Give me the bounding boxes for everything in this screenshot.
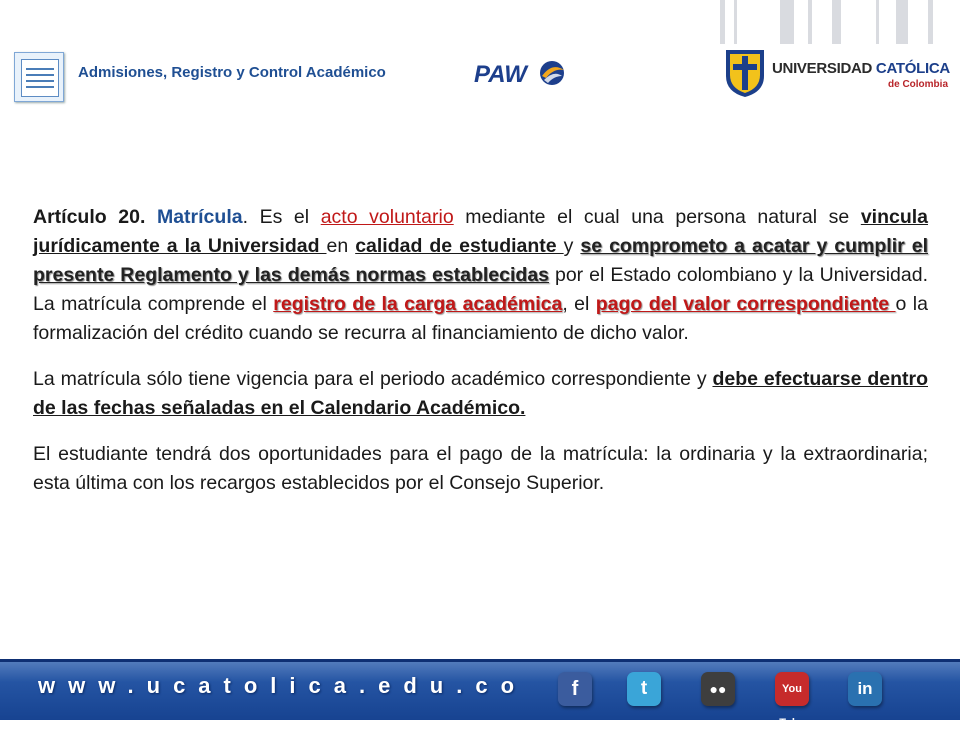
facebook-icon[interactable]: f (558, 672, 592, 706)
twitter-icon[interactable]: t (627, 672, 661, 706)
paw-logo: PAW (474, 61, 564, 88)
university-subtitle: de Colombia (888, 79, 949, 90)
footer-bar: www.ucatolica.edu.co f t ●● You Tube in (0, 659, 960, 729)
text-run: mediante el cual una persona natural se (453, 206, 861, 228)
text-run: El estudiante tendrá dos oportunidades p… (33, 443, 928, 494)
article-title: Matrícula (156, 206, 243, 228)
article-content: Artículo 20. Matrícula. Es el acto volun… (33, 203, 928, 515)
university-name: UNIVERSIDAD CATÓLICA (772, 60, 950, 77)
flickr-icon[interactable]: ●● (701, 672, 735, 706)
footer-website-link[interactable]: www.ucatolica.edu.co (38, 673, 527, 699)
article-number: Artículo 20. (33, 206, 146, 228)
article-paragraph-2: La matrícula sólo tiene vigencia para el… (33, 365, 928, 423)
shield-icon (726, 50, 764, 97)
university-logo: UNIVERSIDAD CATÓLICA de Colombia (722, 48, 950, 100)
top-decorative-stripes (700, 0, 960, 44)
header-title: Admisiones, Registro y Control Académico (78, 64, 386, 81)
article-paragraph-1: Artículo 20. Matrícula. Es el acto volun… (33, 203, 928, 348)
text-run: en (326, 235, 356, 257)
highlight-calidad: calidad de estudiante (355, 235, 564, 257)
text-run: , el (562, 293, 596, 315)
text-run: y (563, 235, 581, 257)
linkedin-icon[interactable]: in (848, 672, 882, 706)
youtube-icon[interactable]: You Tube (775, 672, 809, 729)
office-logo (14, 52, 64, 102)
highlight-acto-voluntario: acto voluntario (320, 206, 454, 228)
paw-logo-text: PAW (474, 61, 529, 88)
text-run: La matrícula sólo tiene vigencia para el… (33, 368, 713, 390)
highlight-pago: pago del valor correspondiente (595, 293, 896, 315)
text-run: . Es el (242, 206, 321, 228)
article-paragraph-3: El estudiante tendrá dos oportunidades p… (33, 440, 928, 498)
highlight-registro: registro de la carga académica (273, 293, 563, 315)
